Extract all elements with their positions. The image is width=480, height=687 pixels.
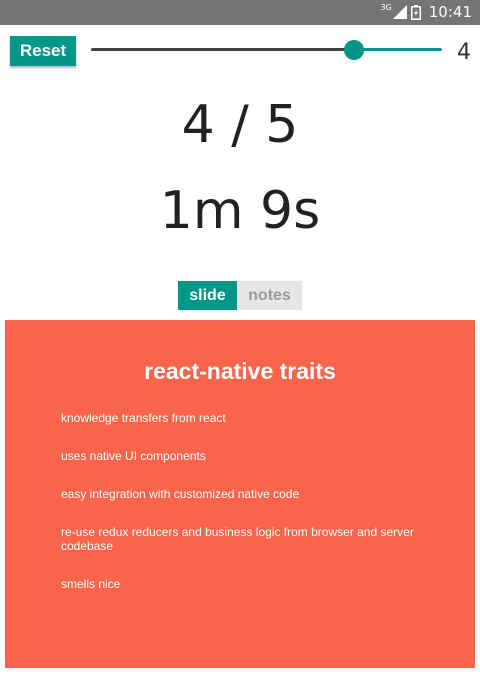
slider-value: 4	[457, 40, 471, 65]
battery-icon	[410, 4, 421, 20]
slide-bullet: easy integration with customized native …	[61, 487, 300, 501]
status-time: 10:41	[428, 3, 472, 21]
slide-bullet: re-use redux reducers and business logic…	[61, 525, 414, 553]
signal-icon	[392, 5, 407, 19]
status-bar: 3G 10:41	[0, 0, 480, 25]
slider-track-remaining	[354, 48, 442, 51]
slide-slider[interactable]	[91, 38, 442, 62]
network-type-label: 3G	[380, 2, 392, 12]
slide-panel: react-native traits knowledge transfers …	[5, 320, 475, 668]
reset-button[interactable]: Reset	[10, 36, 76, 66]
elapsed-time: 1m 9s	[159, 181, 321, 241]
tab-notes[interactable]: notes	[237, 281, 302, 310]
tab-slide[interactable]: slide	[178, 281, 237, 310]
slide-bullet: knowledge transfers from react	[61, 411, 226, 425]
slide-counter: 4 / 5	[181, 95, 299, 155]
slider-thumb[interactable]	[344, 40, 365, 60]
slide-bullet-list: knowledge transfers from react uses nati…	[61, 411, 441, 615]
slide-bullet: smells nice	[61, 577, 121, 591]
status-icons: 3G 10:41	[380, 2, 472, 22]
slider-track-filled	[91, 48, 355, 51]
slide-title: react-native traits	[144, 358, 336, 384]
view-toggle: slide notes	[178, 281, 302, 310]
slide-bullet: uses native UI components	[61, 449, 206, 463]
